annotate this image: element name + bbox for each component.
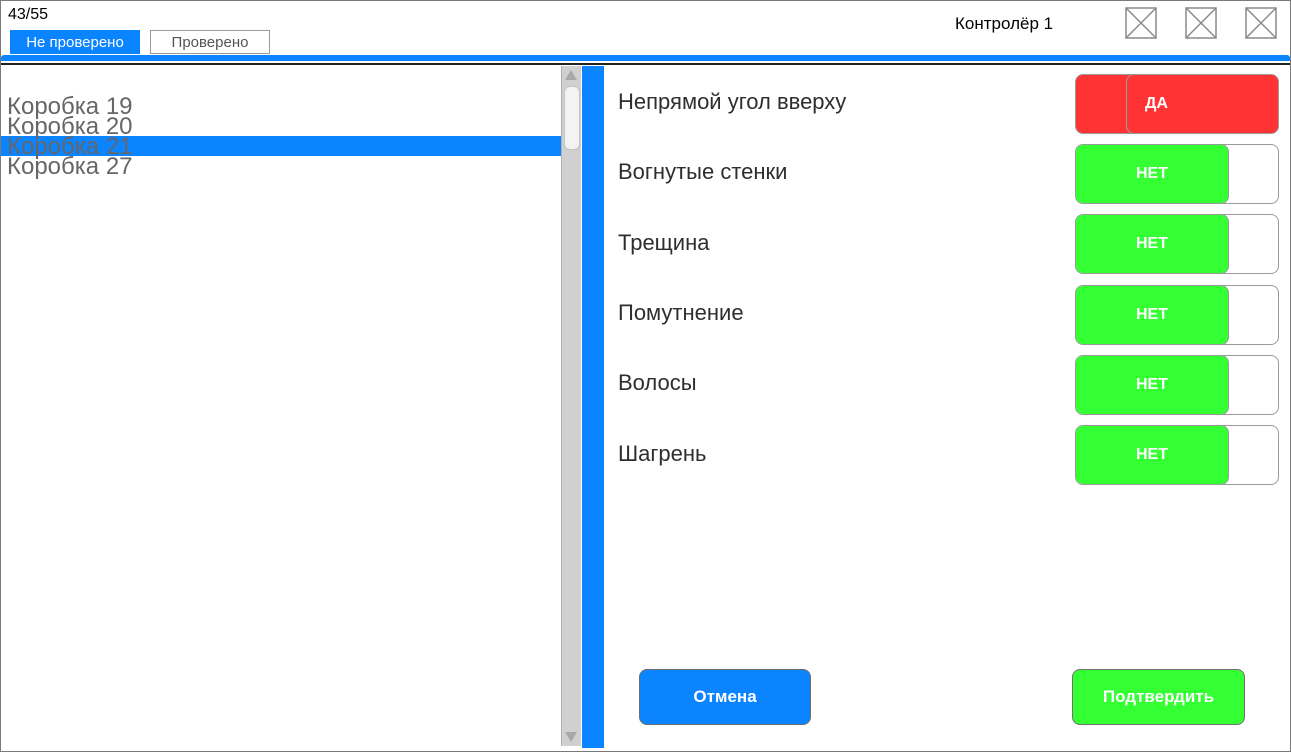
tab-checked[interactable]: Проверено: [150, 30, 270, 54]
defect-label: Шагрень: [618, 441, 707, 466]
defect-label: Трещина: [618, 230, 710, 255]
toggle-knob: НЕТ: [1076, 145, 1229, 203]
toggle-knob: НЕТ: [1076, 286, 1229, 344]
confirm-button[interactable]: Подтвердить: [1072, 669, 1245, 725]
defect-toggle[interactable]: НЕТ: [1075, 214, 1279, 274]
tab-underline-bar: [1, 55, 1290, 61]
defect-toggle[interactable]: НЕТ: [1075, 355, 1279, 415]
progress-counter: 43/55: [8, 6, 49, 23]
cancel-button[interactable]: Отмена: [639, 669, 811, 725]
placeholder-icon[interactable]: [1185, 7, 1217, 39]
tab-unchecked[interactable]: Не проверено: [10, 30, 140, 54]
defect-toggle[interactable]: НЕТ: [1075, 144, 1279, 204]
toggle-knob: НЕТ: [1076, 356, 1229, 414]
header-divider: [1, 63, 1290, 65]
defect-label: Вогнутые стенки: [618, 159, 788, 184]
placeholder-icon[interactable]: [1125, 7, 1157, 39]
list-scrollbar[interactable]: [561, 66, 581, 746]
controller-name: Контролёр 1: [955, 14, 1054, 33]
scroll-down-icon[interactable]: [565, 732, 577, 742]
defect-label: Непрямой угол вверху: [618, 89, 847, 114]
placeholder-icon[interactable]: [1245, 7, 1277, 39]
defect-toggle[interactable]: НЕТ: [1075, 425, 1279, 485]
panel-separator: [582, 66, 604, 748]
list-item[interactable]: Коробка 27: [7, 153, 133, 181]
toggle-knob: НЕТ: [1076, 426, 1229, 484]
defect-toggle[interactable]: ДА: [1075, 74, 1279, 134]
defect-label: Волосы: [618, 370, 697, 395]
defect-toggle[interactable]: НЕТ: [1075, 285, 1279, 345]
scroll-up-icon[interactable]: [565, 70, 577, 80]
defect-label: Помутнение: [618, 300, 744, 325]
scroll-thumb[interactable]: [564, 86, 580, 150]
toggle-knob: НЕТ: [1076, 215, 1229, 273]
toggle-knob: ДА: [1126, 75, 1278, 133]
